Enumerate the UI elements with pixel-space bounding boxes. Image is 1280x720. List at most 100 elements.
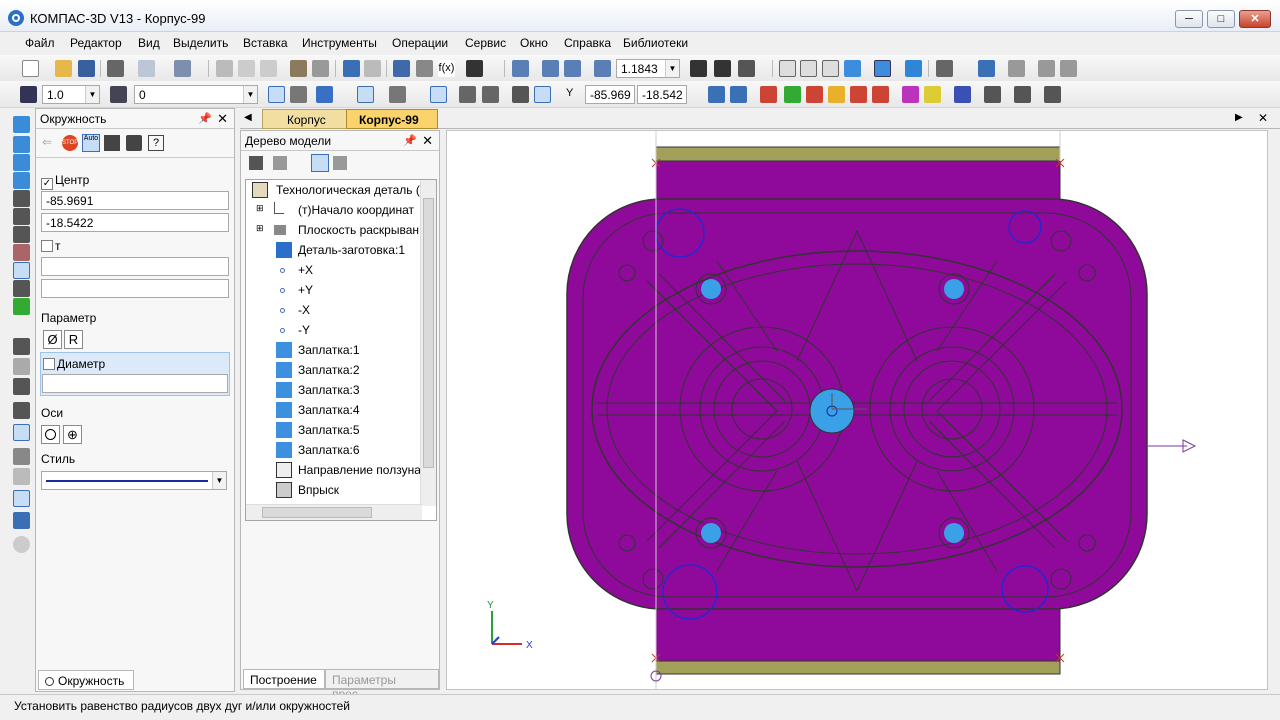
local-cs-icon[interactable]	[459, 86, 476, 103]
radius-button[interactable]: R	[64, 330, 83, 349]
parametric-icon[interactable]	[430, 86, 447, 103]
tree-view-icon[interactable]	[311, 154, 329, 172]
diameter-checkbox[interactable]	[43, 358, 55, 370]
tab-build[interactable]: Построение	[243, 669, 325, 689]
center-checkbox[interactable]: ✓	[41, 178, 53, 190]
axes-show-icon[interactable]: ⊕	[63, 425, 82, 444]
edit-icon[interactable]	[13, 490, 30, 507]
menu-edit[interactable]: Редактор	[70, 36, 122, 50]
variables-icon[interactable]	[416, 60, 433, 77]
sketch-tool-icon[interactable]	[13, 190, 30, 207]
tree-view-icon[interactable]	[393, 60, 410, 77]
format-brush-icon[interactable]	[290, 60, 307, 77]
measure-icon[interactable]	[13, 280, 30, 297]
tree-structure-icon[interactable]	[249, 156, 263, 170]
assembly-icon[interactable]	[1008, 60, 1025, 77]
op-12-icon[interactable]	[1044, 86, 1061, 103]
help-question-icon[interactable]: ?	[148, 135, 164, 151]
center-x-field[interactable]: -85.9691	[41, 191, 229, 210]
stop-icon[interactable]: STOP	[62, 135, 78, 151]
chevron-down-icon[interactable]: ▼	[665, 60, 679, 77]
op-9-icon[interactable]	[954, 86, 971, 103]
print-icon[interactable]	[107, 60, 124, 77]
menu-help[interactable]: Справка	[564, 36, 611, 50]
tab-close-icon[interactable]: ✕	[1258, 111, 1268, 125]
tab-scroll-right-icon[interactable]: ▶	[1235, 112, 1243, 123]
op-1-icon[interactable]	[760, 86, 777, 103]
menu-select[interactable]: Выделить	[173, 36, 228, 50]
spec-icon[interactable]	[1038, 60, 1055, 77]
preview-icon[interactable]	[138, 60, 155, 77]
chevron-down-icon[interactable]: ▼	[85, 86, 99, 103]
diameter-button[interactable]: Ø	[43, 330, 62, 349]
t-field-x[interactable]	[41, 257, 229, 276]
step-icon[interactable]	[512, 86, 529, 103]
menu-operations[interactable]: Операции	[392, 36, 448, 50]
view-icon[interactable]	[708, 86, 725, 103]
tab-korpus-99[interactable]: Корпус-99	[346, 109, 438, 129]
help-pointer-icon[interactable]	[466, 60, 483, 77]
diameter-field[interactable]	[42, 374, 228, 393]
equal-radius-icon[interactable]	[13, 424, 30, 441]
op-5-icon[interactable]	[850, 86, 867, 103]
menu-window[interactable]: Окно	[520, 36, 548, 50]
cursor-x-field[interactable]: -85.969	[585, 85, 635, 104]
snap-icon[interactable]	[20, 86, 37, 103]
undo-icon[interactable]	[343, 60, 360, 77]
tree-list-icon[interactable]	[333, 156, 347, 170]
tab-korpus[interactable]: Корпус	[262, 109, 350, 129]
tree-hscroll-thumb[interactable]	[262, 507, 372, 518]
expand-icon[interactable]: ⊞	[256, 223, 264, 234]
curve-icon[interactable]	[13, 226, 30, 243]
fx-icon[interactable]: f(x)	[438, 60, 455, 77]
report-icon[interactable]	[1060, 60, 1077, 77]
line-scale-field[interactable]: 1.0 ▼	[42, 85, 100, 104]
t-checkbox[interactable]	[41, 240, 53, 252]
pin-icon[interactable]: 📌	[403, 134, 417, 147]
t-field-y[interactable]	[41, 279, 229, 298]
constraint-icon[interactable]	[534, 86, 551, 103]
maximize-button[interactable]: □	[1207, 10, 1235, 28]
snapshot-icon[interactable]	[126, 135, 142, 151]
vert-icon[interactable]	[13, 358, 30, 375]
cs-icon[interactable]	[482, 86, 499, 103]
rotate-icon[interactable]	[714, 60, 731, 77]
zoom-value-field[interactable]: 1.1843 ▼	[616, 59, 680, 78]
center-y-field[interactable]: -18.5422	[41, 213, 229, 232]
menu-insert[interactable]: Вставка	[243, 36, 288, 50]
line-style-select[interactable]: ▼	[41, 471, 227, 490]
grid-icon[interactable]	[389, 86, 406, 103]
open-folder-icon[interactable]	[55, 60, 72, 77]
zoom-out-icon[interactable]	[564, 60, 581, 77]
tree-hscroll[interactable]	[246, 504, 422, 520]
param-tool-icon[interactable]	[13, 262, 30, 279]
expand-icon[interactable]: ⊞	[256, 203, 264, 214]
tangent-icon[interactable]	[13, 378, 30, 395]
library-icon[interactable]	[978, 60, 995, 77]
mark-icon[interactable]	[13, 244, 30, 261]
menu-view[interactable]: Вид	[138, 36, 160, 50]
shaded-edges-icon[interactable]	[874, 60, 891, 77]
tree-vscroll[interactable]	[420, 180, 436, 506]
chevron-down-icon[interactable]: ▼	[243, 86, 257, 103]
op-8-icon[interactable]	[924, 86, 941, 103]
tab-scroll-left-icon[interactable]: ◀	[244, 112, 252, 123]
close-button[interactable]: ✕	[1239, 10, 1271, 28]
dim-icon[interactable]	[13, 208, 30, 225]
menu-file[interactable]: Файл	[25, 36, 55, 50]
help-icon[interactable]	[13, 536, 30, 553]
viewport-scrollbar[interactable]	[1268, 130, 1280, 690]
orientation-icon[interactable]	[738, 60, 755, 77]
zoom-icon[interactable]	[512, 60, 529, 77]
op-4-icon[interactable]	[828, 86, 845, 103]
tab-press-params[interactable]: Параметры прес...	[325, 669, 439, 701]
auto-icon[interactable]: Auto	[82, 134, 100, 152]
shaded-icon[interactable]	[844, 60, 861, 77]
menu-tools[interactable]: Инструменты	[302, 36, 377, 50]
grid-local-icon[interactable]	[290, 86, 307, 103]
menu-service[interactable]: Сервис	[465, 36, 506, 50]
back-arrow-icon[interactable]: ⇐	[42, 135, 58, 151]
op-2-icon[interactable]	[784, 86, 801, 103]
redo-icon[interactable]	[364, 60, 381, 77]
pan-icon[interactable]	[690, 60, 707, 77]
